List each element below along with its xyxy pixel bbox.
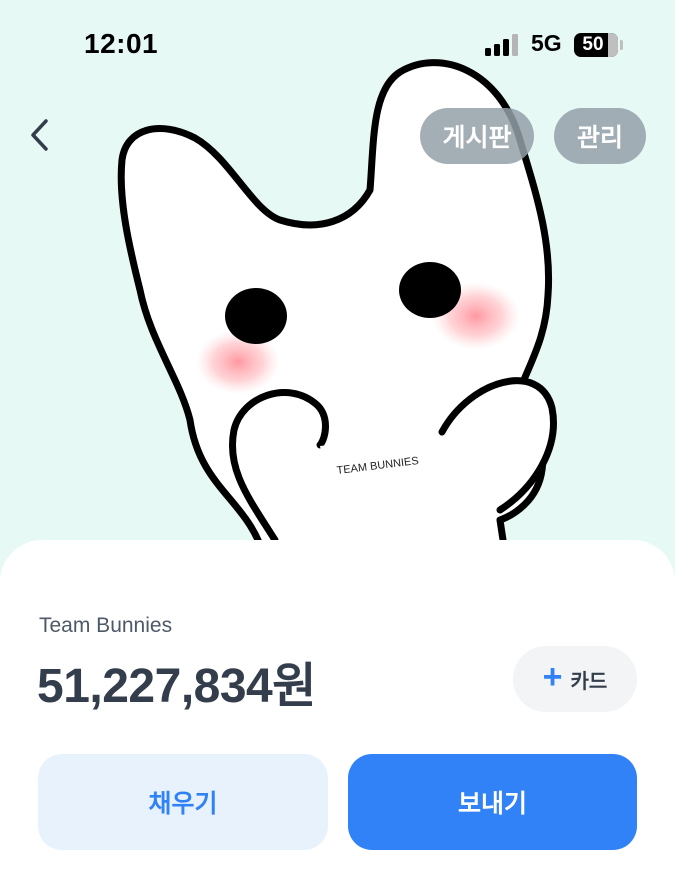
status-time: 12:01 <box>84 28 159 59</box>
manage-button[interactable]: 관리 <box>554 108 646 164</box>
battery-cap <box>620 40 623 50</box>
plus-icon: + <box>542 658 563 696</box>
board-button[interactable]: 게시판 <box>420 108 534 164</box>
back-button[interactable] <box>20 113 60 157</box>
battery-level: 50 <box>582 34 604 55</box>
battery-icon: 50 <box>574 33 618 57</box>
chevron-left-icon <box>31 119 48 151</box>
status-bar: 12:01 5G 50 <box>0 0 675 92</box>
left-eye <box>225 288 287 344</box>
cellular-signal-icon <box>485 34 518 56</box>
fill-button[interactable]: 채우기 <box>38 754 328 850</box>
network-type: 5G <box>531 30 562 56</box>
account-sheet: Team Bunnies 51,227,834원 + 카드 채우기 보내기 <box>0 540 675 892</box>
account-name: Team Bunnies <box>39 614 173 637</box>
right-eye <box>399 262 461 318</box>
add-card-label: 카드 <box>570 670 608 693</box>
send-button[interactable]: 보내기 <box>348 754 637 850</box>
account-balance: 51,227,834원 <box>37 660 316 713</box>
add-card-button[interactable]: + 카드 <box>513 646 637 712</box>
